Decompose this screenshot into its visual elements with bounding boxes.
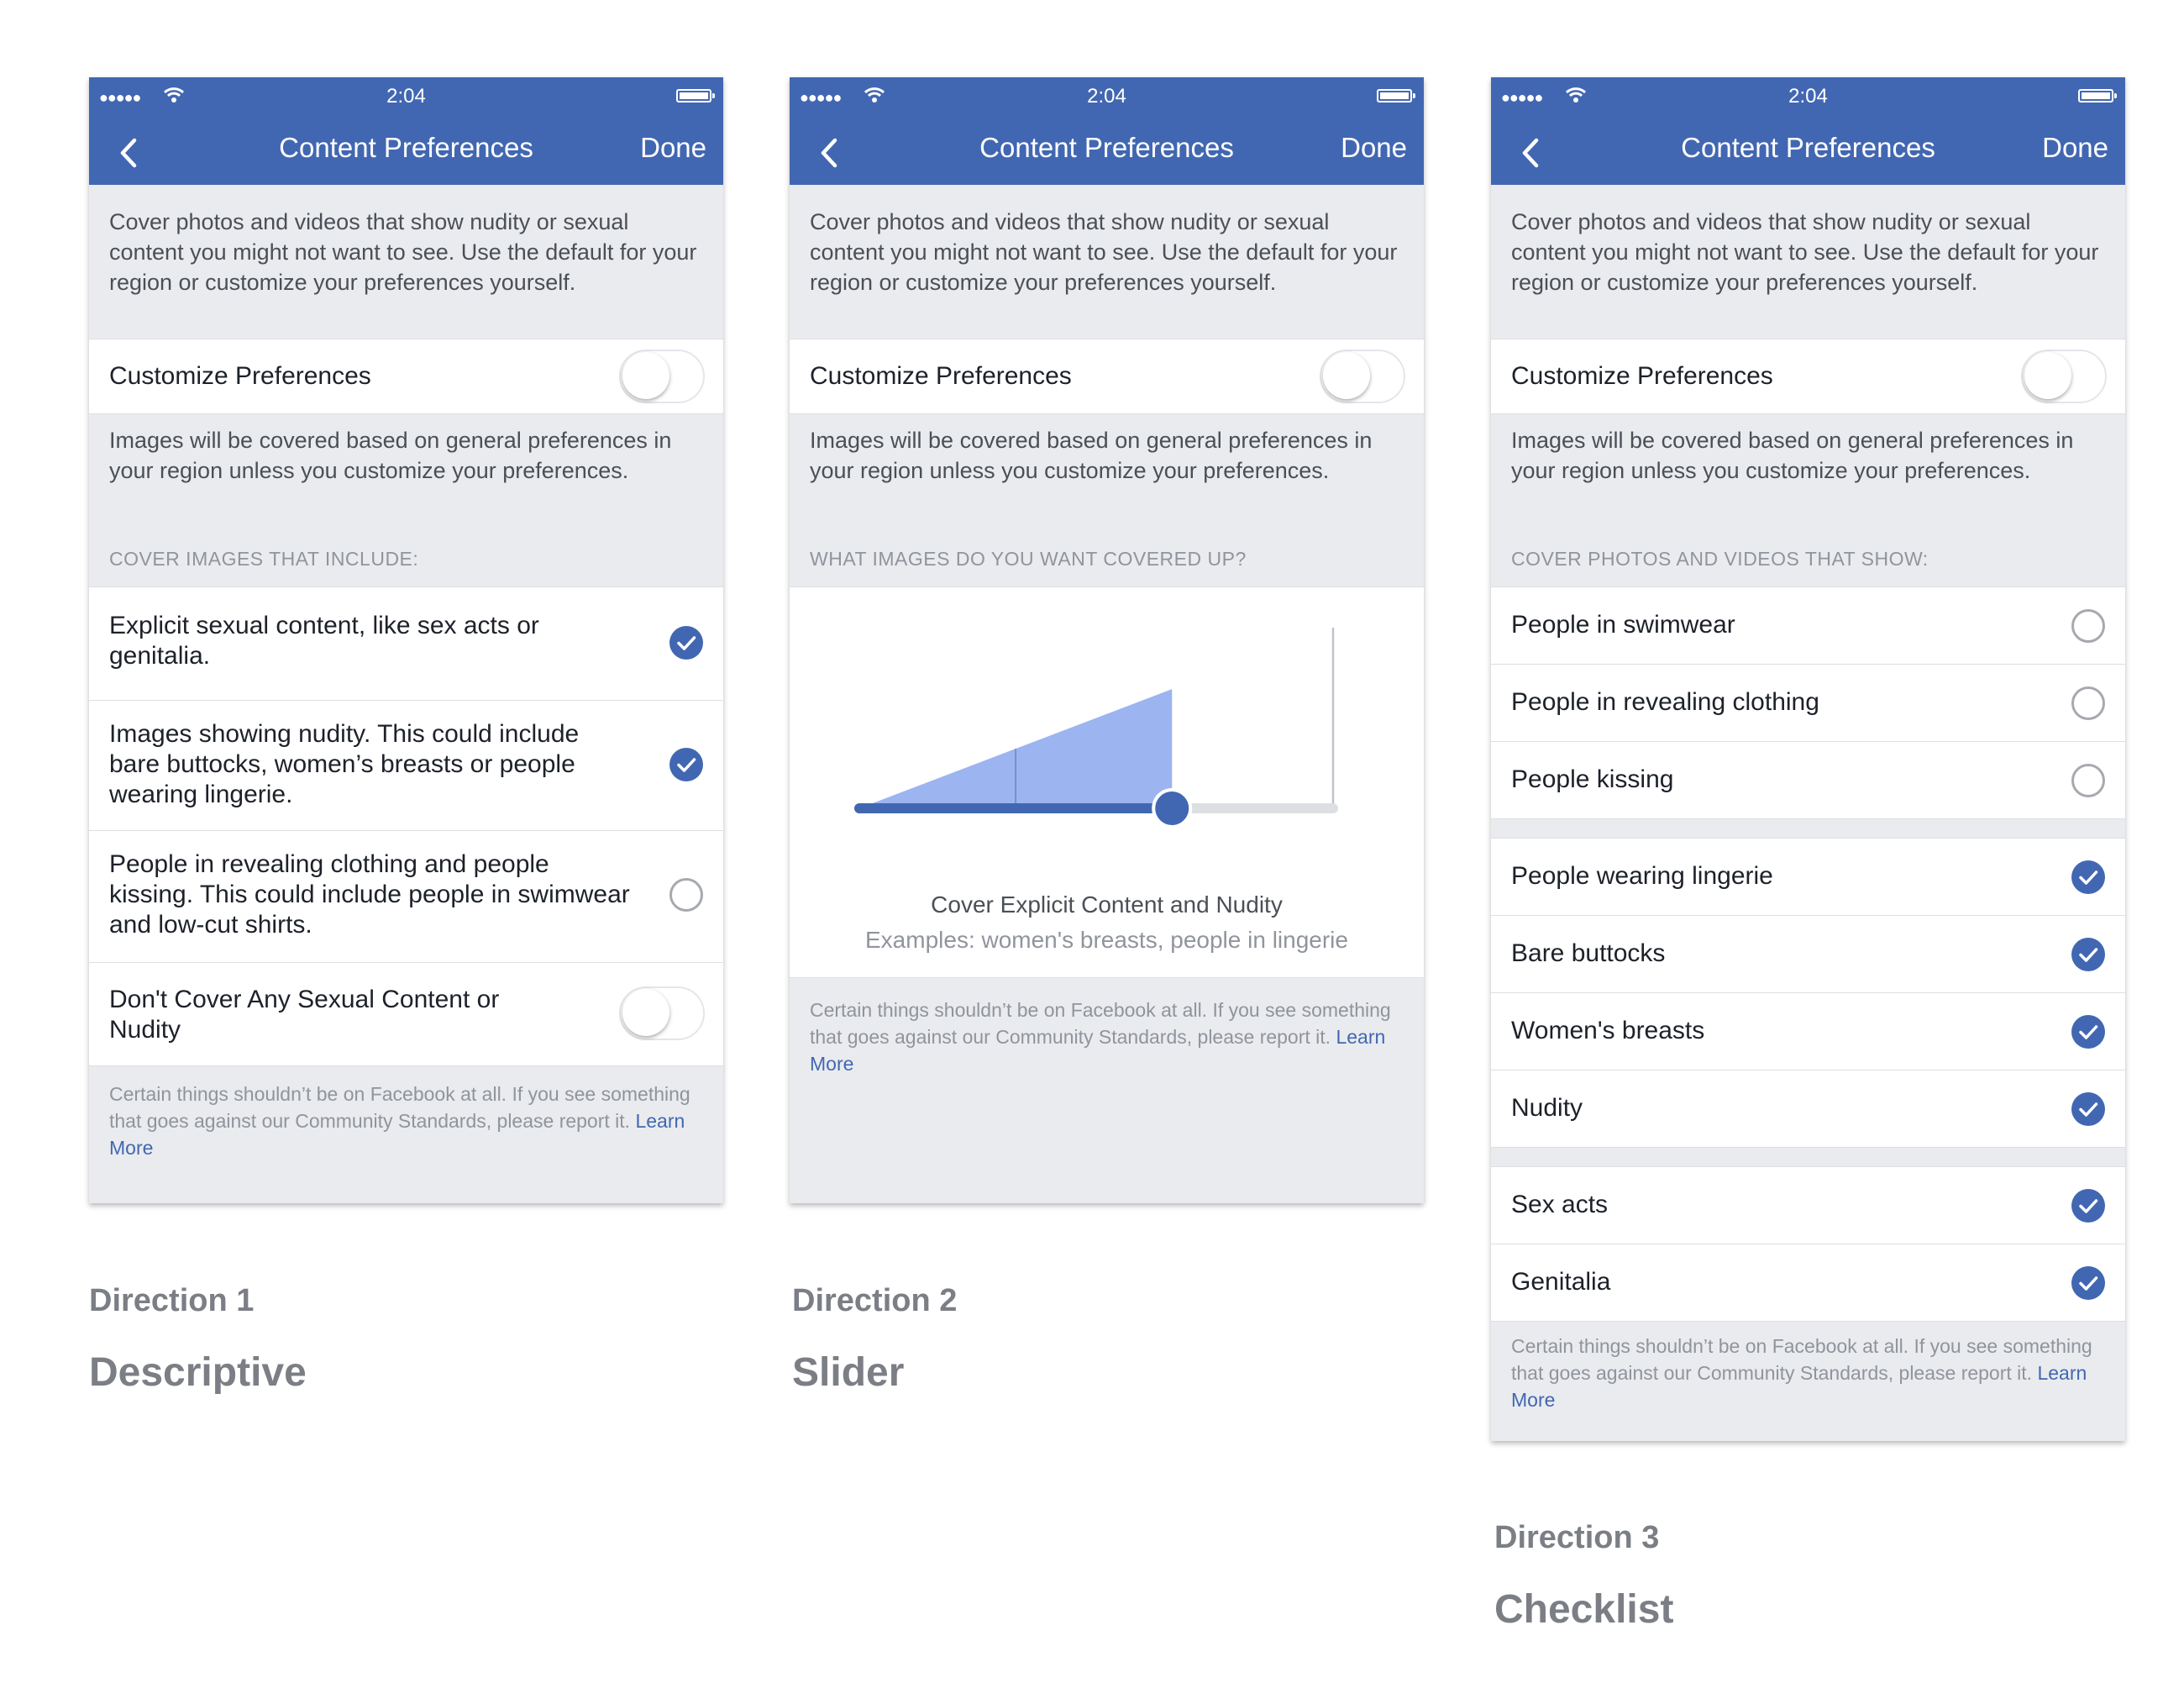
direction-1-name: Descriptive (89, 1350, 307, 1395)
slider-knob[interactable] (1152, 788, 1193, 828)
region-note: Images will be covered based on general … (1511, 428, 2074, 483)
intro-text: Cover photos and videos that show nudity… (109, 209, 697, 295)
page-title: Content Preferences (979, 132, 1234, 163)
checklist-item-label: People in swimwear (1511, 611, 1735, 639)
checked-icon[interactable] (669, 748, 703, 781)
checklist-item-lingerie[interactable]: People wearing lingerie (1491, 839, 2125, 916)
done-button[interactable]: Done (1341, 131, 1407, 165)
customize-preferences-row[interactable]: Customize Preferences (1491, 339, 2125, 414)
section-header: COVER PHOTOS AND VIDEOS THAT SHOW: (1511, 548, 1929, 570)
checklist-item-bare-buttocks[interactable]: Bare buttocks (1491, 916, 2125, 993)
slider-examples: Examples: women's breasts, people in lin… (865, 927, 1348, 953)
customize-preferences-label: Customize Preferences (109, 362, 371, 390)
slider-caption: Cover Explicit Content and Nudity (931, 891, 1283, 918)
option-dont-cover-any[interactable]: Don't Cover Any Sexual Content or Nudity (89, 963, 723, 1066)
nav-bar: ●●●●● 2:04 Content Preferences Done (1491, 77, 2125, 185)
nav-bar: ●●●●● 2:04 Content Preferences Done (89, 77, 723, 185)
checked-icon[interactable] (2071, 938, 2105, 971)
phone-screen-slider: ●●●●● 2:04 Content Preferences Done Cove… (790, 77, 1424, 1203)
region-note: Images will be covered based on general … (109, 428, 672, 483)
phone-screen-descriptive: ●●●●● 2:04 Content Preferences Done Cove… (89, 77, 723, 1203)
footer-text: Certain things shouldn’t be on Facebook … (1511, 1335, 2092, 1411)
direction-2-name: Slider (792, 1350, 905, 1395)
customize-preferences-label: Customize Preferences (1511, 362, 1773, 390)
customize-preferences-label: Customize Preferences (810, 362, 1072, 390)
done-button[interactable]: Done (640, 131, 706, 165)
checklist-item-label: Nudity (1511, 1094, 1583, 1122)
direction-1-label: Direction 1 (89, 1283, 255, 1318)
option-explicit-sexual-content[interactable]: Explicit sexual content, like sex acts o… (89, 587, 723, 701)
checked-icon[interactable] (2071, 1092, 2105, 1126)
section-header: COVER IMAGES THAT INCLUDE: (109, 548, 419, 570)
checklist-item-label: People wearing lingerie (1511, 862, 1773, 890)
option-label: Explicit sexual content, like sex acts o… (109, 612, 539, 670)
checklist-item-nudity[interactable]: Nudity (1491, 1070, 2125, 1148)
option-label: Don't Cover Any Sexual Content or Nudity (109, 986, 500, 1044)
checklist-item-genitalia[interactable]: Genitalia (1491, 1244, 2125, 1322)
checklist-item-womens-breasts[interactable]: Women's breasts (1491, 993, 2125, 1070)
region-note: Images will be covered based on general … (810, 428, 1373, 483)
checked-icon[interactable] (2071, 860, 2105, 894)
phone-screen-checklist: ●●●●● 2:04 Content Preferences Done Cove… (1491, 77, 2125, 1441)
checklist-item-label: People in revealing clothing (1511, 688, 1819, 716)
battery-icon (2078, 89, 2117, 103)
status-time: 2:04 (386, 85, 426, 108)
intro-text: Cover photos and videos that show nudity… (1511, 209, 2099, 295)
direction-3-name: Checklist (1494, 1587, 1674, 1632)
checklist-item-revealing-clothing[interactable]: People in revealing clothing (1491, 665, 2125, 742)
footer-text: Certain things shouldn’t be on Facebook … (810, 999, 1391, 1075)
page-title: Content Preferences (279, 132, 533, 163)
unchecked-radio-icon[interactable] (2071, 764, 2105, 797)
battery-icon (676, 89, 715, 103)
option-revealing-clothing[interactable]: People in revealing clothing and people … (89, 831, 723, 963)
checklist-item-swimwear[interactable]: People in swimwear (1491, 587, 2125, 665)
intro-text: Cover photos and videos that show nudity… (810, 209, 1398, 295)
section-header: WHAT IMAGES DO YOU WANT COVERED UP? (810, 548, 1247, 570)
group-divider (1491, 1148, 2125, 1167)
checklist: People in swimwear People in revealing c… (1491, 586, 2125, 1322)
checked-icon[interactable] (669, 626, 703, 660)
coverage-slider-panel: Cover Explicit Content and Nudity Exampl… (790, 586, 1424, 978)
option-images-showing-nudity[interactable]: Images showing nudity. This could includ… (89, 701, 723, 831)
nav-bar: ●●●●● 2:04 Content Preferences Done (790, 77, 1424, 185)
customize-preferences-toggle[interactable] (2021, 350, 2107, 403)
customize-preferences-row[interactable]: Customize Preferences (790, 339, 1424, 414)
checklist-item-kissing[interactable]: People kissing (1491, 742, 2125, 819)
battery-icon (1377, 89, 1415, 103)
footer-text: Certain things shouldn’t be on Facebook … (109, 1083, 690, 1159)
done-button[interactable]: Done (2042, 131, 2108, 165)
direction-3-label: Direction 3 (1494, 1520, 1660, 1555)
status-time: 2:04 (1788, 85, 1828, 108)
page-title: Content Preferences (1681, 132, 1935, 163)
dont-cover-toggle[interactable] (619, 986, 705, 1040)
checked-icon[interactable] (2071, 1189, 2105, 1223)
content-options-list: Explicit sexual content, like sex acts o… (89, 586, 723, 1066)
checklist-item-label: Genitalia (1511, 1268, 1611, 1296)
checked-icon[interactable] (2071, 1015, 2105, 1049)
option-label: People in revealing clothing and people … (109, 850, 630, 939)
checklist-item-label: Bare buttocks (1511, 939, 1666, 967)
customize-preferences-row[interactable]: Customize Preferences (89, 339, 723, 414)
direction-2-label: Direction 2 (792, 1283, 958, 1318)
checked-icon[interactable] (2071, 1266, 2105, 1300)
status-time: 2:04 (1087, 85, 1126, 108)
group-divider (1491, 819, 2125, 839)
checklist-item-label: Sex acts (1511, 1191, 1609, 1218)
checklist-item-label: Women's breasts (1511, 1017, 1705, 1044)
unchecked-radio-icon[interactable] (669, 878, 703, 912)
customize-preferences-toggle[interactable] (1320, 350, 1405, 403)
checklist-item-sex-acts[interactable]: Sex acts (1491, 1167, 2125, 1244)
coverage-slider[interactable] (790, 587, 1424, 839)
unchecked-radio-icon[interactable] (2071, 609, 2105, 643)
unchecked-radio-icon[interactable] (2071, 686, 2105, 720)
customize-preferences-toggle[interactable] (619, 350, 705, 403)
checklist-item-label: People kissing (1511, 765, 1674, 793)
option-label: Images showing nudity. This could includ… (109, 720, 580, 808)
